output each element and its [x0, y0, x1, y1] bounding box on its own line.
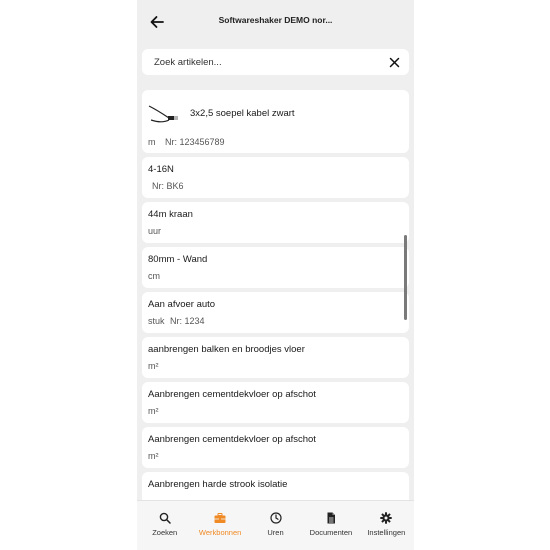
item-name: Aanbrengen cementdekvloer op afschot	[148, 434, 316, 445]
item-unit: m²	[148, 451, 159, 461]
article-list: 3x2,5 soepel kabel zwart m Nr: 123456789…	[142, 90, 409, 517]
tab-label: Instellingen	[367, 528, 406, 537]
list-item[interactable]: aanbrengen balken en broodjes vloer m²	[142, 337, 409, 378]
close-icon[interactable]	[389, 57, 400, 68]
product-thumbnail	[147, 96, 181, 130]
list-item[interactable]: Aanbrengen cementdekvloer op afschot m²	[142, 382, 409, 423]
document-icon	[327, 512, 335, 524]
item-number: Nr: BK6	[152, 181, 184, 191]
item-name: aanbrengen balken en broodjes vloer	[148, 344, 305, 355]
clock-icon	[269, 512, 282, 524]
list-item[interactable]: Aanbrengen cementdekvloer op afschot m²	[142, 427, 409, 468]
item-name: 4-16N	[148, 164, 174, 175]
item-number: Nr: 123456789	[165, 137, 225, 147]
tab-label: Documenten	[309, 528, 353, 537]
item-unit: m	[148, 137, 156, 147]
list-item[interactable]: Aan afvoer auto stuk Nr: 1234	[142, 292, 409, 333]
item-unit: cm	[148, 271, 160, 281]
tab-bar: Zoeken Werkbonnen Uren Documenten Instel…	[137, 500, 414, 550]
search-input[interactable]: Zoek artikelen...	[154, 57, 222, 68]
header: Softwareshaker DEMO nor...	[137, 0, 414, 44]
item-name: 80mm - Wand	[148, 254, 208, 265]
scrollbar[interactable]	[404, 235, 407, 320]
search-bar[interactable]: Zoek artikelen...	[142, 49, 409, 75]
list-item[interactable]: 4-16N Nr: BK6	[142, 157, 409, 198]
item-number: Nr: 1234	[170, 316, 205, 326]
list-item[interactable]: 44m kraan uur	[142, 202, 409, 243]
tab-label: Uren	[267, 528, 284, 537]
item-unit: m²	[148, 361, 159, 371]
item-name: Aanbrengen harde strook isolatie	[148, 479, 288, 490]
item-name: 44m kraan	[148, 209, 193, 220]
cable-icon	[148, 105, 178, 123]
search-icon	[159, 512, 171, 524]
item-name: Aan afvoer auto	[148, 299, 216, 310]
item-name: 3x2,5 soepel kabel zwart	[190, 108, 295, 119]
gear-icon	[380, 512, 393, 524]
app-screen: Softwareshaker DEMO nor... Zoek artikele…	[137, 0, 414, 550]
tab-documenten[interactable]: Documenten	[303, 501, 358, 550]
tab-label: Werkbonnen	[198, 528, 242, 537]
list-item[interactable]: 80mm - Wand cm	[142, 247, 409, 288]
tab-werkbonnen[interactable]: Werkbonnen	[192, 501, 247, 550]
page-title: Softwareshaker DEMO nor...	[218, 15, 333, 25]
arrow-left-icon	[150, 16, 164, 28]
item-unit: uur	[148, 226, 162, 236]
item-name: Aanbrengen cementdekvloer op afschot	[148, 389, 316, 400]
tab-label: Zoeken	[152, 528, 178, 537]
list-item[interactable]: 3x2,5 soepel kabel zwart m Nr: 123456789	[142, 90, 409, 153]
tab-uren[interactable]: Uren	[248, 501, 303, 550]
toolbox-icon	[214, 513, 226, 523]
tab-instellingen[interactable]: Instellingen	[359, 501, 414, 550]
item-unit: stuk	[148, 316, 165, 326]
back-button[interactable]	[147, 12, 167, 32]
tab-zoeken[interactable]: Zoeken	[137, 501, 192, 550]
item-unit: m²	[148, 406, 159, 416]
